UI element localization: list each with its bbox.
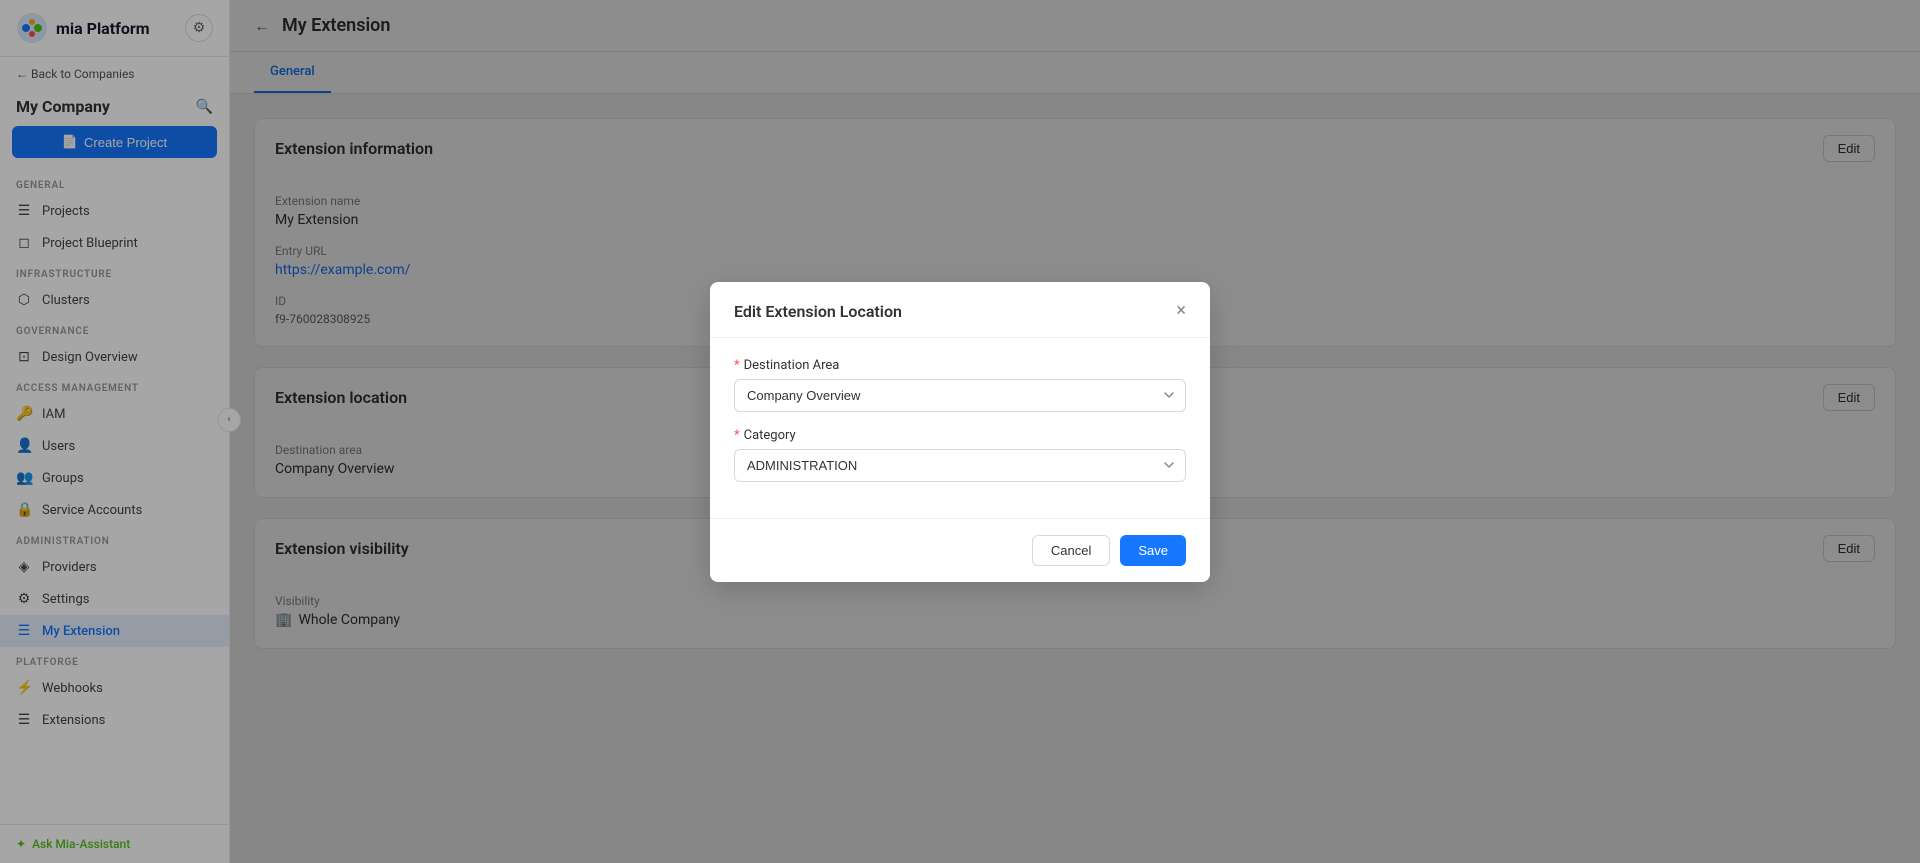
modal-header: Edit Extension Location × [710,282,1210,338]
save-button[interactable]: Save [1120,535,1186,566]
category-select[interactable]: ADMINISTRATIONGOVERNANCEINFRASTRUCTURE [734,449,1186,482]
modal-overlay: Edit Extension Location × * Destination … [230,0,1920,863]
cancel-button[interactable]: Cancel [1032,535,1110,566]
modal-title: Edit Extension Location [734,302,902,321]
required-star-category: * [734,428,740,443]
required-star-destination: * [734,358,740,373]
modal-body: * Destination Area Company OverviewProje… [710,338,1210,518]
destination-area-label: * Destination Area [734,358,1186,373]
destination-area-select[interactable]: Company OverviewProject OverviewDashboar… [734,379,1186,412]
edit-extension-location-modal: Edit Extension Location × * Destination … [710,282,1210,582]
modal-footer: Cancel Save [710,518,1210,582]
modal-close-icon[interactable]: × [1176,302,1186,320]
category-label: * Category [734,428,1186,443]
main-content: ← My Extension General Extension informa… [230,0,1920,863]
